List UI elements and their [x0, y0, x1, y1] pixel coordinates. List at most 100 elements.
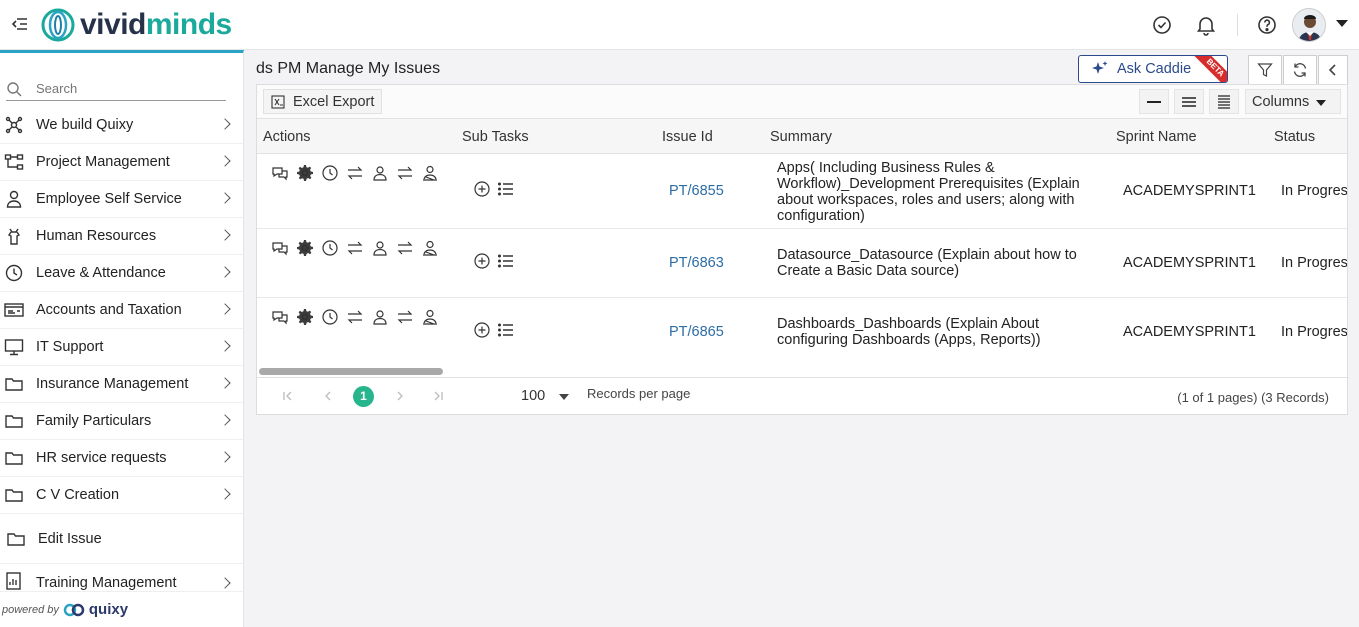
hierarchy-icon	[4, 154, 24, 170]
bell-icon[interactable]	[1194, 13, 1218, 37]
sidebar-nav: We build Quixy Project Management Employ…	[0, 107, 243, 592]
hanger-icon	[7, 228, 21, 245]
transfer-icon[interactable]	[396, 164, 414, 182]
top-bar: vividminds	[0, 0, 1359, 50]
filter-icon	[1257, 63, 1273, 77]
clock-icon	[5, 264, 23, 282]
assign-user-icon[interactable]	[371, 308, 389, 326]
reassign-user-icon[interactable]	[421, 239, 439, 257]
add-subtask-icon[interactable]	[473, 321, 491, 339]
sidebar-item-it-support[interactable]: IT Support	[0, 329, 243, 366]
column-header-sub-tasks[interactable]: Sub Tasks	[462, 129, 529, 145]
column-header-summary[interactable]: Summary	[770, 129, 832, 145]
sidebar-item-family-particulars[interactable]: Family Particulars	[0, 403, 243, 440]
person-icon	[6, 190, 22, 208]
sidebar-item-accounts-taxation[interactable]: Accounts and Taxation	[0, 292, 243, 329]
page-size-select[interactable]: 100	[521, 388, 569, 404]
issue-id-cell[interactable]: PT/6863	[669, 255, 724, 271]
column-header-status[interactable]: Status	[1274, 129, 1315, 145]
transfer-icon[interactable]	[346, 164, 364, 182]
sidebar-item-leave-attendance[interactable]: Leave & Attendance	[0, 255, 243, 292]
list-subtasks-icon[interactable]	[497, 252, 515, 270]
column-header-sprint-name[interactable]: Sprint Name	[1116, 129, 1197, 145]
list-subtasks-icon[interactable]	[497, 180, 515, 198]
check-circle-icon[interactable]	[1150, 13, 1174, 37]
header-divider	[1237, 14, 1238, 36]
column-header-actions[interactable]: Actions	[263, 129, 311, 145]
sidebar-item-training-management[interactable]: Training Management	[0, 564, 243, 592]
columns-dropdown[interactable]: Columns	[1245, 89, 1341, 114]
add-subtask-icon[interactable]	[473, 252, 491, 270]
help-icon[interactable]	[1255, 13, 1279, 37]
last-page-icon[interactable]	[431, 389, 445, 403]
refresh-icon	[1293, 63, 1307, 77]
transfer-icon[interactable]	[396, 239, 414, 257]
density-medium-button[interactable]	[1174, 89, 1204, 114]
sidebar-item-hr-service-requests[interactable]: HR service requests	[0, 440, 243, 477]
powered-brand: quixy	[88, 601, 129, 618]
comments-icon[interactable]	[271, 164, 289, 182]
sidebar-item-employee-self-service[interactable]: Employee Self Service	[0, 181, 243, 218]
horizontal-scrollbar[interactable]	[259, 368, 443, 375]
comments-icon[interactable]	[271, 308, 289, 326]
transfer-icon[interactable]	[396, 308, 414, 326]
transfer-icon[interactable]	[346, 239, 364, 257]
density-compact-button[interactable]	[1139, 89, 1169, 114]
reassign-user-icon[interactable]	[421, 308, 439, 326]
chevron-right-icon	[219, 118, 231, 130]
issue-id-cell[interactable]: PT/6855	[669, 183, 724, 199]
status-cell: In Progres	[1281, 324, 1347, 340]
row-actions	[271, 308, 451, 336]
comments-icon[interactable]	[271, 239, 289, 257]
column-header-issue-id[interactable]: Issue Id	[662, 129, 713, 145]
reassign-user-icon[interactable]	[421, 164, 439, 182]
history-clock-icon[interactable]	[321, 164, 339, 182]
add-subtask-icon[interactable]	[473, 180, 491, 198]
issue-id-link[interactable]: PT/6865	[669, 324, 724, 340]
ask-caddie-button[interactable]: Ask Caddie BETA	[1078, 55, 1228, 83]
history-clock-icon[interactable]	[321, 308, 339, 326]
sidebar-item-human-resources[interactable]: Human Resources	[0, 218, 243, 255]
density-expanded-button[interactable]	[1209, 89, 1239, 114]
list-subtasks-icon[interactable]	[497, 321, 515, 339]
history-clock-icon[interactable]	[321, 239, 339, 257]
issue-id-cell[interactable]: PT/6865	[669, 324, 724, 340]
quixy-logo-icon	[63, 603, 85, 616]
menu-collapse-icon[interactable]	[10, 14, 30, 34]
settings-gear-icon[interactable]	[296, 308, 314, 326]
next-page-icon[interactable]	[393, 389, 407, 403]
avatar[interactable]	[1292, 8, 1326, 42]
sidebar-item-label: IT Support	[36, 339, 104, 355]
filter-button[interactable]	[1248, 55, 1282, 85]
issue-id-link[interactable]: PT/6863	[669, 255, 724, 271]
chevron-right-icon	[219, 229, 231, 241]
current-page-button[interactable]: 1	[353, 386, 374, 407]
excel-icon	[271, 94, 285, 109]
sidebar-item-project-management[interactable]: Project Management	[0, 144, 243, 181]
transfer-icon[interactable]	[346, 308, 364, 326]
refresh-button[interactable]	[1283, 55, 1317, 85]
settings-gear-icon[interactable]	[296, 239, 314, 257]
vividminds-logo[interactable]: vividminds	[40, 6, 232, 44]
sidebar-item-label: Project Management	[36, 154, 170, 170]
sidebar-item-label: C V Creation	[36, 487, 120, 503]
sidebar-item-insurance-management[interactable]: Insurance Management	[0, 366, 243, 403]
sidebar-item-label: Accounts and Taxation	[36, 302, 182, 318]
chevron-right-icon	[219, 155, 231, 167]
issue-id-link[interactable]: PT/6855	[669, 183, 724, 199]
chevron-right-icon	[219, 303, 231, 315]
sidebar-item-we-build-quixy[interactable]: We build Quixy	[0, 107, 243, 144]
profile-dropdown-caret-icon[interactable]	[1336, 20, 1348, 27]
excel-export-button[interactable]: Excel Export	[263, 89, 383, 114]
sprint-name-cell: ACADEMYSPRINT1	[1123, 183, 1256, 199]
settings-gear-icon[interactable]	[296, 164, 314, 182]
sidebar-item-cv-creation[interactable]: C V Creation	[0, 477, 243, 514]
sidebar-item-edit-issue[interactable]: Edit Issue	[0, 514, 243, 564]
previous-page-icon[interactable]	[321, 389, 335, 403]
assign-user-icon[interactable]	[371, 239, 389, 257]
sidebar-item-label: Family Particulars	[36, 413, 152, 429]
search-input[interactable]	[36, 81, 216, 96]
first-page-icon[interactable]	[281, 389, 295, 403]
assign-user-icon[interactable]	[371, 164, 389, 182]
collapse-panel-button[interactable]	[1318, 55, 1348, 85]
